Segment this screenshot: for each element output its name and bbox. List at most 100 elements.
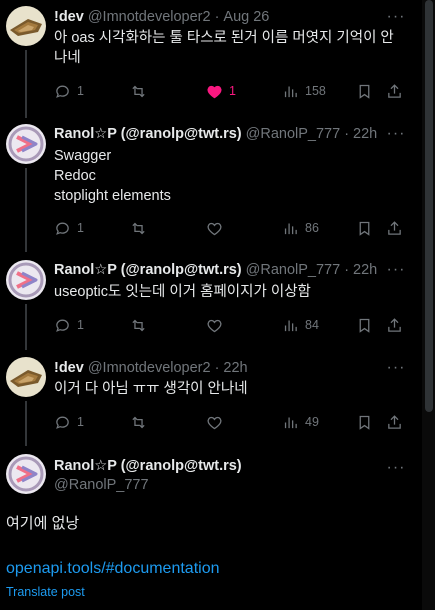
display-name[interactable]: Ranol☆P (@ranolp@twt.rs)	[54, 458, 242, 474]
user-handle[interactable]: @RanolP_777	[54, 477, 149, 493]
avatar[interactable]	[6, 6, 46, 46]
tweet[interactable]: !dev @Imnotdeveloper2 · 22h ··· 이거 다 아님 …	[0, 350, 422, 446]
user-handle[interactable]: @Imnotdeveloper2	[88, 9, 211, 25]
display-name[interactable]: !dev	[54, 360, 84, 376]
thread-line	[25, 50, 27, 118]
tweet-text-line: stoplight elements	[54, 188, 171, 204]
action-bar: 1 84	[54, 314, 404, 336]
separator-dot: ·	[344, 126, 350, 142]
bookmark-button[interactable]	[356, 217, 373, 239]
action-bar: 1 1 158	[54, 80, 404, 102]
display-name[interactable]: Ranol☆P (@ranolp@twt.rs)	[54, 126, 242, 142]
timestamp[interactable]: 22h	[353, 262, 377, 278]
tweet-header: !dev @Imnotdeveloper2 · 22h	[54, 358, 422, 378]
avatar[interactable]	[6, 260, 46, 300]
more-icon[interactable]: ···	[386, 124, 406, 144]
timestamp[interactable]: 22h	[353, 126, 377, 142]
views-icon	[282, 220, 299, 237]
tweet-text: 여기에 없낭	[6, 515, 80, 532]
repost-button[interactable]	[130, 217, 153, 239]
share-button[interactable]	[386, 314, 403, 336]
thread-line	[25, 168, 27, 252]
like-button[interactable]	[206, 411, 229, 433]
more-icon[interactable]: ···	[386, 260, 406, 280]
share-icon	[386, 220, 403, 237]
share-button[interactable]	[386, 217, 403, 239]
tweet-text: 아 oas 시각화하는 툴 타스로 된거 이름 머엿지 기억이 안나네	[54, 30, 394, 66]
like-button[interactable]	[206, 217, 229, 239]
share-button[interactable]	[386, 80, 403, 102]
timestamp[interactable]: Aug 26	[223, 9, 269, 25]
tweet-link[interactable]: openapi.tools/#documentation	[6, 560, 220, 578]
more-icon[interactable]: ···	[386, 458, 406, 478]
reply-count: 1	[77, 221, 84, 235]
user-handle[interactable]: @RanolP_777	[246, 262, 341, 278]
views-button[interactable]: 49	[282, 411, 319, 433]
timestamp[interactable]: 22h	[223, 360, 247, 376]
tweet-text: 이거 다 아님 ㅠㅠ 생각이 안나네	[54, 381, 248, 397]
repost-icon	[130, 414, 147, 431]
scrollbar-thumb[interactable]	[425, 0, 433, 412]
reply-button[interactable]: 1	[54, 80, 84, 102]
views-count: 158	[305, 84, 326, 98]
bookmark-button[interactable]	[356, 411, 373, 433]
reply-icon	[54, 83, 71, 100]
repost-icon	[130, 83, 147, 100]
tweet-header: Ranol☆P (@ranolp@twt.rs) @RanolP_777 · 2…	[54, 260, 422, 280]
tweet-text-line: Redoc	[54, 168, 96, 184]
repost-button[interactable]	[130, 411, 153, 433]
repost-button[interactable]	[130, 80, 153, 102]
thread-line	[25, 401, 27, 446]
avatar[interactable]	[6, 124, 46, 164]
tweet-text: Swagger Redoc stoplight elements	[54, 146, 402, 206]
display-name[interactable]: Ranol☆P (@ranolp@twt.rs)	[54, 262, 242, 278]
tweet[interactable]: !dev @Imnotdeveloper2 · Aug 26 ··· 아 oas…	[0, 0, 422, 118]
repost-button[interactable]	[130, 314, 153, 336]
tweet-header: !dev @Imnotdeveloper2 · Aug 26	[54, 7, 422, 27]
display-name[interactable]: !dev	[54, 9, 84, 25]
tweet-text: useoptic도 잇는데 이거 홈페이지가 이상함	[54, 284, 311, 300]
reply-button[interactable]: 1	[54, 217, 84, 239]
like-icon	[206, 414, 223, 431]
views-button[interactable]: 86	[282, 217, 319, 239]
avatar[interactable]	[6, 357, 46, 397]
views-button[interactable]: 158	[282, 80, 326, 102]
more-icon[interactable]: ···	[386, 7, 406, 27]
repost-icon	[130, 220, 147, 237]
like-count: 1	[229, 84, 236, 98]
user-handle[interactable]: @Imnotdeveloper2	[88, 360, 211, 376]
views-icon	[282, 414, 299, 431]
user-handle[interactable]: @RanolP_777	[246, 126, 341, 142]
reply-icon	[54, 317, 71, 334]
reply-count: 1	[77, 415, 84, 429]
bookmark-button[interactable]	[356, 314, 373, 336]
like-icon	[206, 317, 223, 334]
reply-button[interactable]: 1	[54, 314, 84, 336]
reply-icon	[54, 414, 71, 431]
views-count: 84	[305, 318, 319, 332]
like-button[interactable]: 1	[206, 80, 236, 102]
tweet-header: Ranol☆P (@ranolp@twt.rs) @RanolP_777 · 2…	[54, 124, 422, 144]
tweet[interactable]: Ranol☆P (@ranolp@twt.rs) @RanolP_777 · 2…	[0, 252, 422, 350]
action-bar: 1 49	[54, 411, 404, 433]
views-count: 49	[305, 415, 319, 429]
avatar[interactable]	[6, 454, 46, 494]
share-button[interactable]	[386, 411, 403, 433]
views-button[interactable]: 84	[282, 314, 319, 336]
tweet-text-line: Swagger	[54, 148, 112, 164]
scrollbar[interactable]	[422, 0, 435, 610]
like-button[interactable]	[206, 314, 229, 336]
reply-button[interactable]: 1	[54, 411, 84, 433]
views-icon	[282, 317, 299, 334]
reply-count: 1	[77, 84, 84, 98]
translate-post-link[interactable]: Translate post	[6, 585, 85, 599]
share-icon	[386, 83, 403, 100]
reply-count: 1	[77, 318, 84, 332]
tweet[interactable]: Ranol☆P (@ranolp@twt.rs) @RanolP_777 · 2…	[0, 118, 422, 252]
more-icon[interactable]: ···	[386, 358, 406, 378]
action-bar: 1 86	[54, 217, 404, 239]
conversation-thread: !dev @Imnotdeveloper2 · Aug 26 ··· 아 oas…	[0, 0, 422, 610]
share-icon	[386, 414, 403, 431]
bookmark-icon	[356, 83, 373, 100]
bookmark-button[interactable]	[356, 80, 373, 102]
